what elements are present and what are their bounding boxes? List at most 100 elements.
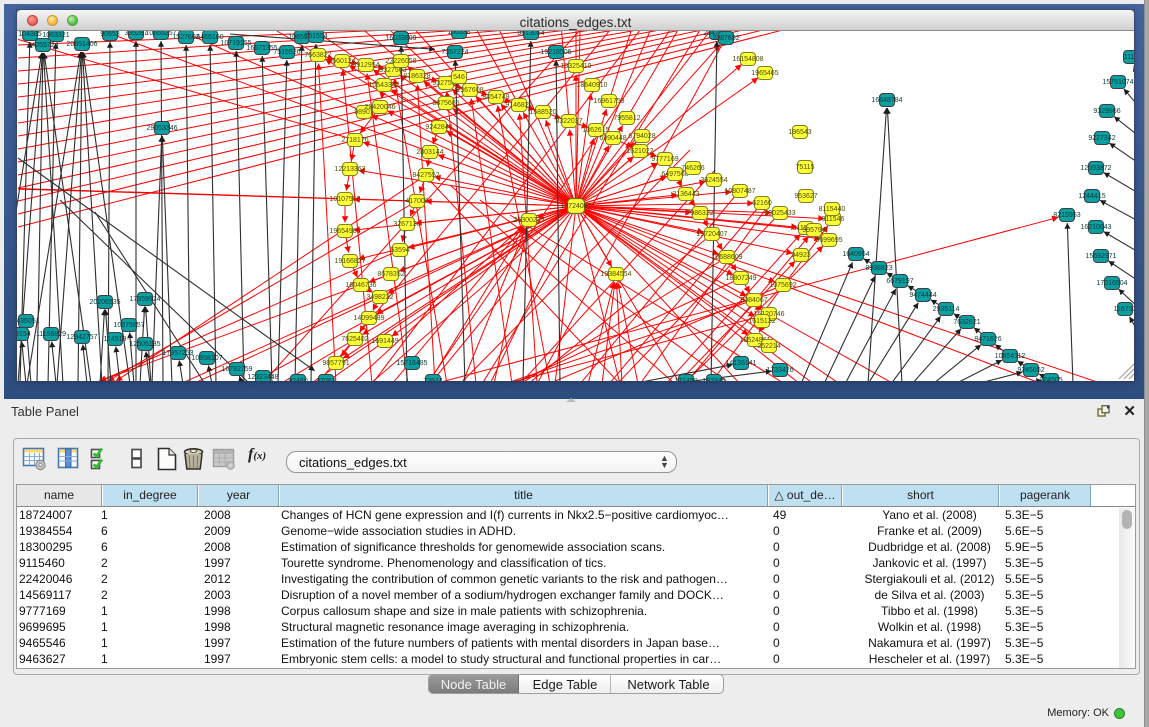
svg-text:953627: 953627 — [794, 193, 817, 200]
svg-text:17359924: 17359924 — [129, 296, 160, 303]
svg-text:1063321: 1063321 — [42, 32, 69, 39]
svg-text:17957253: 17957253 — [162, 350, 193, 357]
svg-text:9084067: 9084067 — [740, 297, 767, 304]
svg-text:6794028: 6794028 — [628, 133, 655, 140]
svg-text:1075692: 1075692 — [769, 282, 796, 289]
svg-text:16046736: 16046736 — [345, 282, 376, 289]
svg-text:9146821: 9146821 — [505, 102, 532, 109]
svg-text:19654985: 19654985 — [329, 228, 360, 235]
svg-text:7625402: 7625402 — [341, 336, 368, 343]
svg-text:746266: 746266 — [681, 165, 704, 172]
svg-text:18724007: 18724007 — [560, 203, 591, 210]
svg-text:14055724: 14055724 — [27, 42, 58, 49]
svg-text:1640954: 1640954 — [842, 251, 869, 258]
svg-text:10543342: 10543342 — [368, 82, 399, 89]
svg-text:19166827: 19166827 — [334, 258, 365, 265]
svg-text:546: 546 — [453, 74, 465, 81]
svg-text:16961758: 16961758 — [593, 98, 624, 105]
svg-text:6497568: 6497568 — [661, 171, 688, 178]
svg-text:9857791: 9857791 — [322, 360, 349, 367]
svg-text:1112: 1112 — [1124, 54, 1134, 61]
svg-text:14099489: 14099489 — [353, 315, 384, 322]
svg-text:171450: 171450 — [674, 378, 697, 381]
svg-text:10107553: 10107553 — [329, 196, 360, 203]
svg-text:16210643: 16210643 — [1080, 224, 1111, 231]
svg-text:196543: 196543 — [788, 129, 811, 136]
svg-text:20691406: 20691406 — [66, 41, 97, 48]
svg-text:8938923: 8938923 — [865, 265, 892, 272]
svg-text:29053346: 29053346 — [146, 125, 177, 132]
svg-text:7632621: 7632621 — [953, 319, 980, 326]
svg-text:92450: 92450 — [288, 378, 308, 381]
svg-text:7515526: 7515526 — [273, 49, 300, 56]
svg-text:53594: 53594 — [390, 247, 410, 254]
svg-text:2087682: 2087682 — [712, 35, 739, 42]
svg-text:16033809: 16033809 — [385, 35, 416, 42]
svg-text:16782759: 16782759 — [221, 366, 252, 373]
svg-text:8322037: 8322037 — [555, 118, 582, 125]
svg-text:18640910: 18640910 — [576, 82, 607, 89]
svg-text:62160: 62160 — [752, 200, 772, 207]
svg-text:12942757: 12942757 — [66, 334, 97, 341]
svg-text:911546: 911546 — [822, 216, 845, 223]
svg-text:9329966: 9329966 — [1093, 108, 1120, 115]
svg-text:3267130: 3267130 — [393, 221, 420, 228]
svg-text:1244415: 1244415 — [1078, 193, 1105, 200]
svg-text:10807487: 10807487 — [724, 188, 755, 195]
svg-text:6679197: 6679197 — [886, 278, 913, 285]
svg-text:15716485: 15716485 — [396, 360, 427, 367]
svg-text:1435051: 1435051 — [17, 318, 40, 325]
svg-text:12323448: 12323448 — [247, 374, 278, 381]
svg-text:20206535: 20206535 — [89, 299, 120, 306]
svg-text:1691449: 1691449 — [371, 338, 398, 345]
svg-text:16648784: 16648784 — [871, 97, 902, 104]
svg-text:995794: 995794 — [802, 227, 825, 234]
svg-text:8215953: 8215953 — [1053, 212, 1080, 219]
svg-text:6990448: 6990448 — [599, 135, 626, 142]
svg-text:1615132: 1615132 — [748, 318, 775, 325]
svg-text:8912954: 8912954 — [352, 62, 379, 69]
svg-text:2367608: 2367608 — [456, 87, 483, 94]
svg-text:8678352: 8678352 — [377, 271, 404, 278]
svg-text:9227342: 9227342 — [1088, 135, 1115, 142]
svg-text:182340: 182340 — [702, 378, 725, 381]
svg-text:1588520: 1588520 — [529, 109, 556, 116]
svg-text:15751074: 15751074 — [1102, 79, 1133, 86]
svg-text:11156829: 11156829 — [36, 331, 66, 338]
svg-text:10654112: 10654112 — [995, 353, 1026, 360]
svg-text:114519: 114519 — [104, 336, 127, 343]
svg-text:12093872: 12093872 — [1080, 165, 1111, 172]
svg-text:15692971: 15692971 — [1085, 253, 1116, 260]
svg-text:1965465: 1965465 — [751, 70, 778, 77]
svg-text:90553: 90553 — [100, 31, 120, 38]
svg-text:160338: 160338 — [447, 31, 470, 36]
svg-text:72544: 72544 — [423, 378, 443, 381]
svg-text:2803144: 2803144 — [416, 149, 443, 156]
svg-text:10958107: 10958107 — [191, 355, 222, 362]
svg-text:94923: 94923 — [791, 252, 811, 259]
svg-text:25300235: 25300235 — [513, 217, 544, 224]
svg-text:9245652: 9245652 — [1017, 367, 1044, 374]
svg-text:8115440: 8115440 — [819, 206, 846, 213]
svg-text:417006: 417006 — [405, 198, 428, 205]
svg-text:8813054: 8813054 — [517, 31, 544, 37]
svg-text:751554: 751554 — [304, 33, 327, 40]
svg-text:252214: 252214 — [757, 343, 780, 350]
svg-text:335287: 335287 — [124, 31, 147, 37]
svg-text:8186328: 8186328 — [403, 73, 430, 80]
svg-text:16154808: 16154808 — [732, 56, 763, 63]
svg-text:9474444: 9474444 — [909, 292, 936, 299]
svg-text:23226058: 23226058 — [385, 58, 416, 65]
svg-text:2935114: 2935114 — [933, 306, 960, 313]
svg-text:14136141: 14136141 — [725, 360, 756, 367]
svg-text:3498222: 3498222 — [366, 294, 393, 301]
svg-text:18807249: 18807249 — [725, 275, 756, 282]
svg-text:13325419: 13325419 — [560, 63, 591, 70]
svg-text:19218506: 19218506 — [540, 49, 571, 56]
svg-text:7955812: 7955812 — [613, 115, 640, 122]
svg-text:75115: 75115 — [796, 164, 815, 171]
svg-text:12213363: 12213363 — [334, 166, 365, 173]
svg-text:5875685: 5875685 — [432, 100, 459, 107]
svg-text:116753: 116753 — [1114, 306, 1134, 313]
svg-text:10688609: 10688609 — [711, 254, 742, 261]
